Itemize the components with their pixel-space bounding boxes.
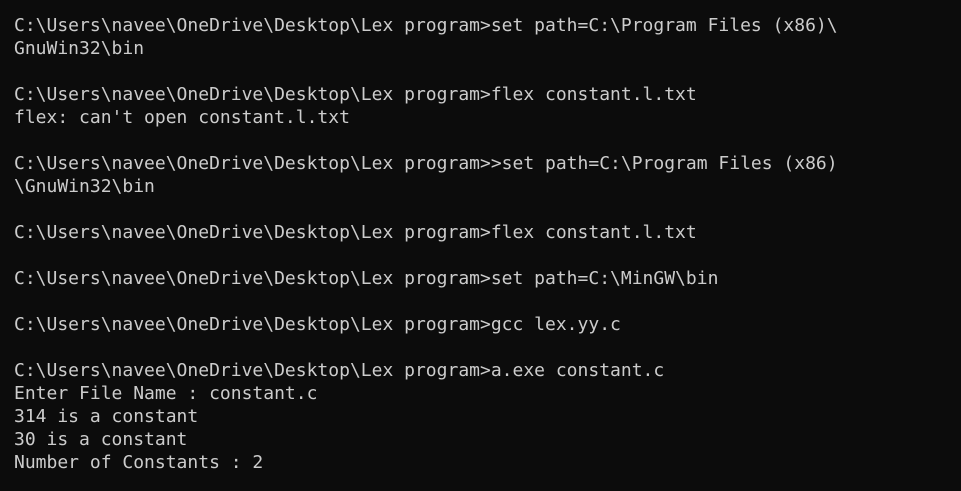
terminal-line: Number of Constants : 2 [14,452,264,473]
terminal-line: C:\Users\navee\OneDrive\Desktop\Lex prog… [14,15,838,36]
terminal-line: C:\Users\navee\OneDrive\Desktop\Lex prog… [14,360,665,381]
terminal-line: 314 is a constant [14,406,199,427]
terminal-line: GnuWin32\bin [14,38,145,59]
terminal-line: C:\Users\navee\OneDrive\Desktop\Lex prog… [14,153,838,174]
terminal-line: flex: can't open constant.l.txt [14,107,350,128]
terminal-line: 30 is a constant [14,429,188,450]
terminal-window[interactable]: C:\Users\navee\OneDrive\Desktop\Lex prog… [0,0,961,491]
terminal-line: Enter File Name : constant.c [14,383,318,404]
terminal-line: C:\Users\navee\OneDrive\Desktop\Lex prog… [14,268,719,289]
terminal-line: C:\Users\navee\OneDrive\Desktop\Lex prog… [14,222,697,243]
terminal-line: C:\Users\navee\OneDrive\Desktop\Lex prog… [14,84,697,105]
terminal-line: \GnuWin32\bin [14,176,155,197]
terminal-line: C:\Users\navee\OneDrive\Desktop\Lex prog… [14,314,621,335]
